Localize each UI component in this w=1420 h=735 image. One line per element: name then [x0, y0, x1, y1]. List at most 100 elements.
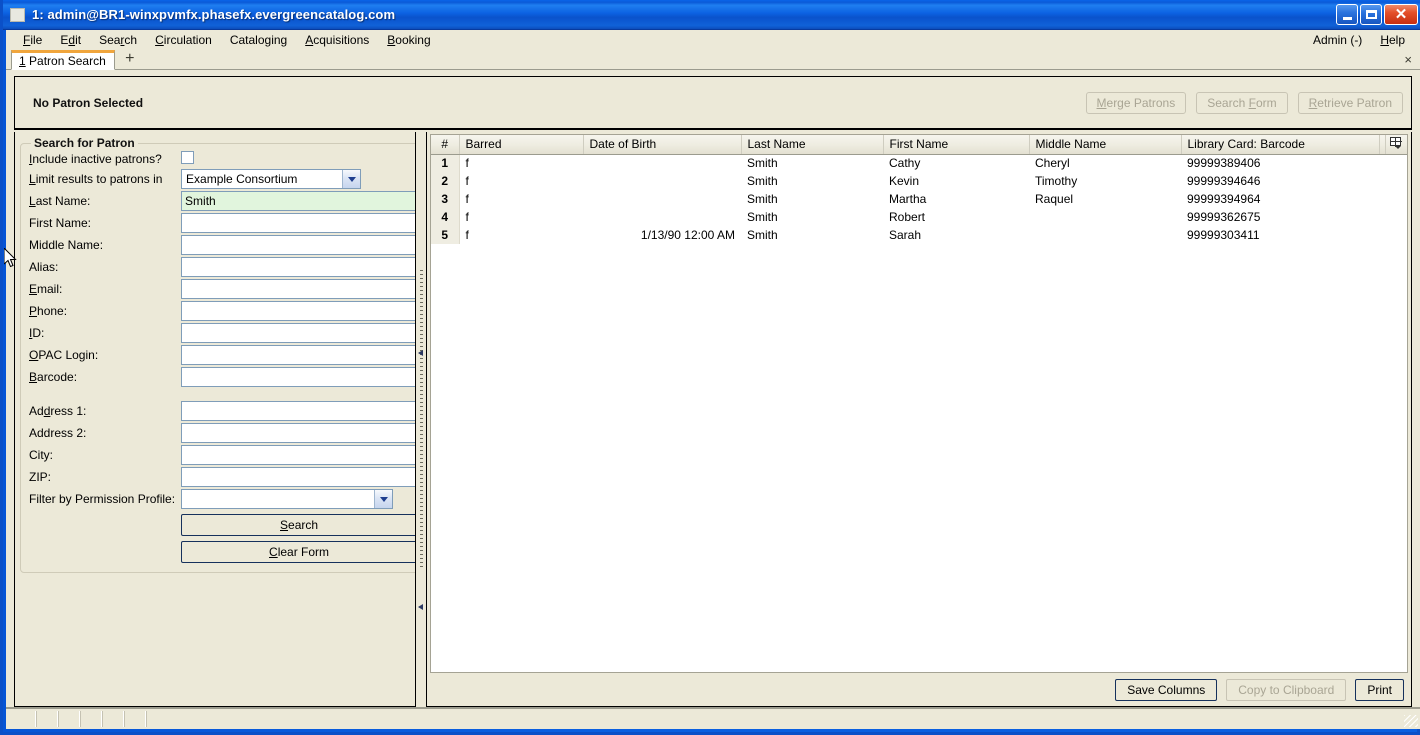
email-input[interactable]: [181, 279, 415, 299]
column-header-first-name[interactable]: First Name: [883, 135, 1030, 155]
pane-splitter[interactable]: [416, 132, 426, 707]
row-zip: ZIP:: [29, 466, 415, 488]
org-unit-select[interactable]: Example Consortium: [181, 169, 362, 189]
table-row[interactable]: 2 f Smith Kevin Timothy 99999394646: [431, 172, 1407, 190]
email-label: Email:: [29, 282, 63, 296]
close-tab-icon[interactable]: ×: [1404, 52, 1412, 67]
splitter-grip: [419, 269, 423, 570]
column-header-middle-name[interactable]: Middle Name: [1029, 135, 1182, 155]
column-header-last-name[interactable]: Last Name: [741, 135, 884, 155]
column-header-dob[interactable]: Date of Birth: [583, 135, 742, 155]
cell-last: Smith: [747, 210, 778, 224]
middle-name-input[interactable]: [181, 235, 415, 255]
form-gap: [29, 388, 415, 400]
row-last-name: Last Name:: [29, 190, 415, 212]
id-input[interactable]: [181, 323, 415, 343]
results-footer: Save Columns Copy to Clipboard Print: [430, 673, 1408, 703]
address2-input[interactable]: [181, 423, 415, 443]
copy-to-clipboard-button[interactable]: Copy to Clipboard: [1226, 679, 1347, 701]
column-header-barred[interactable]: Barred: [459, 135, 584, 155]
column-picker-icon: [1389, 136, 1403, 149]
column-picker-button[interactable]: [1385, 135, 1407, 155]
last-name-label: Last Name:: [29, 194, 91, 208]
search-button[interactable]: Search: [181, 514, 415, 536]
resize-grip-icon[interactable]: [1404, 715, 1418, 727]
cell-last: Smith: [747, 228, 778, 242]
row-limit-results: Limit results to patrons in Example Cons…: [29, 168, 415, 190]
splitter-collapse-left-icon[interactable]: [418, 350, 425, 357]
patron-status-label: No Patron Selected: [33, 95, 144, 110]
clear-form-button[interactable]: Clear Form: [181, 541, 415, 563]
table-row[interactable]: 5 f 1/13/90 12:00 AM Smith Sarah 99999303411: [431, 226, 1407, 244]
tab-number: 1: [19, 54, 26, 68]
cell-barred: f: [465, 192, 469, 206]
cell-middle: [1029, 208, 1181, 226]
column-header-library-card-barcode[interactable]: Library Card: Barcode: [1181, 135, 1380, 155]
menu-circulation[interactable]: Circulation: [146, 32, 221, 48]
row-address1: Address 1:: [29, 400, 415, 422]
table-row[interactable]: 1 f Smith Cathy Cheryl 99999389406: [431, 154, 1407, 172]
cell-barcode: 99999303411: [1187, 228, 1260, 242]
table-row[interactable]: 3 f Smith Martha Raquel 99999394964: [431, 190, 1407, 208]
opac-login-input[interactable]: [181, 345, 415, 365]
menu-help[interactable]: Help: [1371, 32, 1414, 48]
id-label: ID:: [29, 326, 45, 340]
barcode-label: Barcode:: [29, 370, 78, 384]
cell-num: 2: [431, 172, 460, 190]
patron-summary-header: No Patron Selected Merge Patrons Search …: [14, 76, 1412, 130]
minimize-button[interactable]: [1336, 4, 1358, 25]
cell-dob: [583, 172, 741, 190]
menu-booking[interactable]: Booking: [378, 32, 439, 48]
close-button[interactable]: ✕: [1384, 4, 1418, 25]
menu-acquisitions[interactable]: Acquisitions: [296, 32, 378, 48]
search-for-patron-group: Search for Patron Include inactive patro…: [20, 136, 415, 573]
cell-first: Sarah: [889, 228, 922, 242]
table-row[interactable]: 4 f Smith Robert 99999362675: [431, 208, 1407, 226]
menu-file[interactable]: File: [14, 32, 51, 48]
address1-input[interactable]: [181, 401, 415, 421]
first-name-input[interactable]: [181, 213, 415, 233]
print-button[interactable]: Print: [1355, 679, 1404, 701]
address1-label: Address 1:: [29, 404, 87, 418]
tab-patron-search[interactable]: 1 Patron Search: [11, 50, 115, 70]
column-header-num[interactable]: #: [431, 135, 460, 155]
menu-admin[interactable]: Admin (-): [1304, 32, 1371, 48]
cell-middle: Cheryl: [1035, 156, 1070, 171]
org-unit-value: Example Consortium: [186, 172, 298, 186]
barcode-input[interactable]: [181, 367, 415, 387]
status-cell-1: [14, 711, 36, 727]
window-icon: [10, 7, 25, 22]
row-include-inactive: Include inactive patrons?: [29, 150, 415, 168]
menu-edit[interactable]: Edit: [51, 32, 90, 48]
address2-label: Address 2:: [29, 426, 87, 440]
merge-patrons-button[interactable]: Merge Patrons: [1085, 91, 1187, 114]
cell-barred: f: [465, 228, 469, 242]
alias-input[interactable]: [181, 257, 415, 277]
permission-profile-select[interactable]: [181, 489, 394, 509]
split-area: Search for Patron Include inactive patro…: [14, 130, 1412, 707]
row-id: ID:: [29, 322, 415, 344]
cell-dob: [583, 208, 741, 226]
chevron-down-icon: [342, 170, 361, 188]
include-inactive-checkbox[interactable]: [181, 151, 195, 164]
maximize-button[interactable]: [1360, 4, 1382, 25]
menu-cataloging[interactable]: Cataloging: [221, 32, 296, 48]
menu-search[interactable]: Search: [90, 32, 146, 48]
new-tab-button[interactable]: +: [121, 49, 139, 69]
splitter-collapse-left-icon-2[interactable]: [418, 604, 425, 611]
cell-pad: [1385, 154, 1407, 172]
phone-input[interactable]: [181, 301, 415, 321]
last-name-input[interactable]: [181, 191, 415, 211]
city-label: City:: [29, 448, 53, 462]
retrieve-patron-button[interactable]: Retrieve Patron: [1297, 91, 1403, 114]
search-form-button[interactable]: Search Form: [1196, 91, 1288, 114]
cell-last: Smith: [747, 156, 778, 171]
zip-input[interactable]: [181, 467, 415, 487]
save-columns-button[interactable]: Save Columns: [1115, 679, 1218, 701]
row-search-button: Search: [29, 510, 415, 537]
status-cell-2: [36, 711, 58, 727]
results-header-row: # Barred Date of Birth Last Name First N…: [431, 135, 1407, 155]
city-input[interactable]: [181, 445, 415, 465]
cell-first: Robert: [889, 210, 926, 224]
cell-barred: f: [465, 210, 469, 224]
